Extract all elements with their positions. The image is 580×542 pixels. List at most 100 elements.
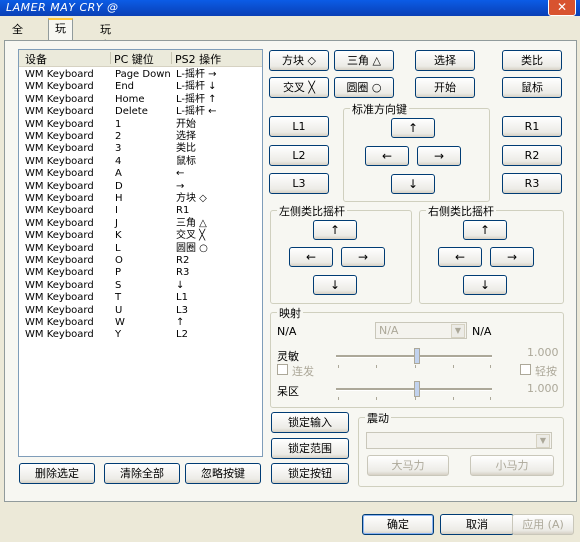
- dpad-left-button[interactable]: ←: [365, 146, 409, 166]
- list-item[interactable]: WM Keyboard I R1: [19, 205, 262, 217]
- chevron-down-icon[interactable]: ▼: [536, 434, 550, 448]
- ps2-action-cell: L-摇杆 ↓: [176, 81, 217, 93]
- right-stick-down-button[interactable]: ↓: [463, 275, 507, 295]
- list-item[interactable]: WM Keyboard O R2: [19, 255, 262, 267]
- list-item[interactable]: WM Keyboard Y L2: [19, 329, 262, 341]
- ok-button[interactable]: 确定: [362, 514, 434, 535]
- list-item[interactable]: WM Keyboard K 交叉 ╳: [19, 230, 262, 242]
- ps2-action-cell: 开始: [176, 118, 196, 130]
- vibration-combo[interactable]: ▼: [366, 432, 552, 449]
- l1-button[interactable]: L1: [269, 116, 329, 137]
- pc-key-cell: D: [115, 180, 123, 192]
- ps2-action-cell: 选择: [176, 131, 196, 142]
- device-cell: WM Keyboard: [25, 168, 94, 180]
- deadzone-slider-thumb[interactable]: [414, 381, 420, 397]
- device-cell: WM Keyboard: [25, 242, 94, 254]
- mouse-button[interactable]: 鼠标: [502, 77, 562, 98]
- lock-input-button[interactable]: 锁定输入: [271, 412, 349, 433]
- list-item[interactable]: WM Keyboard Page Down L-摇杆 →: [19, 69, 262, 81]
- turbo-checkbox[interactable]: [277, 364, 288, 375]
- list-item[interactable]: WM Keyboard W ↑: [19, 317, 262, 329]
- tab-player-2[interactable]: 玩家 2: [94, 22, 117, 68]
- list-item[interactable]: WM Keyboard Delete L-摇杆 ←: [19, 106, 262, 118]
- list-item[interactable]: WM Keyboard P R3: [19, 267, 262, 279]
- r3-button[interactable]: R3: [502, 173, 562, 194]
- delete-selected-button[interactable]: 删除选定: [19, 463, 95, 484]
- left-stick-right-button[interactable]: →: [341, 247, 385, 267]
- tab-global[interactable]: 全局: [6, 22, 29, 52]
- column-ps2-action[interactable]: PS2 操作: [175, 51, 221, 67]
- start-button[interactable]: 开始: [415, 77, 475, 98]
- lock-button-button[interactable]: 锁定按钮: [271, 463, 349, 484]
- mapping-list[interactable]: 设备 PC 键位 PS2 操作 WM Keyboard Page Down L-摇杆…: [18, 49, 263, 457]
- vibration-group: 震动: [358, 410, 564, 487]
- slider-tick: [376, 397, 377, 400]
- pc-key-cell: Delete: [115, 106, 148, 118]
- mapping-combo[interactable]: N/A ▼: [375, 322, 467, 339]
- sensitivity-slider-thumb[interactable]: [414, 348, 420, 364]
- right-stick-left-button[interactable]: ←: [438, 247, 482, 267]
- list-item[interactable]: WM Keyboard 1 开始: [19, 119, 262, 131]
- list-item[interactable]: WM Keyboard End L-摇杆 ↓: [19, 81, 262, 93]
- r1-button[interactable]: R1: [502, 116, 562, 137]
- list-item[interactable]: WM Keyboard 2 选择: [19, 131, 262, 143]
- pc-key-cell: A: [115, 168, 122, 180]
- clear-all-button[interactable]: 清除全部: [104, 463, 180, 484]
- column-divider[interactable]: [110, 52, 111, 64]
- list-item[interactable]: WM Keyboard D →: [19, 181, 262, 193]
- r2-button[interactable]: R2: [502, 145, 562, 166]
- sensitivity-label: 灵敏: [277, 350, 299, 363]
- small-motor-button[interactable]: 小马力: [470, 455, 554, 476]
- tab-player-1[interactable]: 玩家 1: [48, 18, 73, 71]
- list-item[interactable]: WM Keyboard Home L-摇杆 ↑: [19, 94, 262, 106]
- pc-key-cell: O: [115, 255, 123, 266]
- cancel-button[interactable]: 取消: [440, 514, 514, 535]
- list-item[interactable]: WM Keyboard 4 鼠标: [19, 156, 262, 168]
- list-item[interactable]: WM Keyboard A ←: [19, 168, 262, 180]
- ps2-action-cell: L-摇杆 ↑: [176, 93, 217, 105]
- list-item[interactable]: WM Keyboard U L3: [19, 305, 262, 317]
- column-device[interactable]: 设备: [25, 51, 47, 67]
- left-stick-down-button[interactable]: ↓: [313, 275, 357, 295]
- big-motor-button[interactable]: 大马力: [367, 455, 449, 476]
- slider-tick: [490, 365, 491, 368]
- column-pc-key[interactable]: PC 键位: [114, 51, 154, 67]
- left-stick-left-button[interactable]: ←: [289, 247, 333, 267]
- device-cell: WM Keyboard: [25, 81, 94, 93]
- analog-button[interactable]: 类比: [502, 50, 562, 71]
- triangle-button[interactable]: 三角 △: [334, 50, 394, 71]
- dpad-right-button[interactable]: →: [417, 146, 461, 166]
- cross-button[interactable]: 交叉 ╳: [269, 77, 329, 98]
- ignore-key-button[interactable]: 忽略按键: [185, 463, 261, 484]
- lock-range-button[interactable]: 锁定范围: [271, 438, 349, 459]
- right-stick-right-button[interactable]: →: [490, 247, 534, 267]
- l2-button[interactable]: L2: [269, 145, 329, 166]
- list-item[interactable]: WM Keyboard H 方块 ◇: [19, 193, 262, 205]
- circle-button[interactable]: 圆圈 ○: [334, 77, 394, 98]
- list-item[interactable]: WM Keyboard J 三角 △: [19, 218, 262, 230]
- apply-button[interactable]: 应用 (A): [512, 514, 574, 535]
- slider-tick: [415, 365, 416, 368]
- ps2-action-cell: L2: [176, 329, 188, 341]
- device-cell: WM Keyboard: [25, 230, 94, 242]
- square-button[interactable]: 方块 ◇: [269, 50, 329, 71]
- list-item[interactable]: WM Keyboard L 圆圈 ○: [19, 243, 262, 255]
- light-press-checkbox[interactable]: [520, 364, 531, 375]
- device-cell: WM Keyboard: [25, 155, 94, 167]
- left-stick-up-button[interactable]: ↑: [313, 220, 357, 240]
- close-button[interactable]: ✕: [548, 0, 576, 16]
- list-item[interactable]: WM Keyboard S ↓: [19, 280, 262, 292]
- list-item[interactable]: WM Keyboard 3 类比: [19, 143, 262, 155]
- ps2-action-cell: 方块 ◇: [176, 193, 207, 204]
- l3-button[interactable]: L3: [269, 173, 329, 194]
- right-stick-up-button[interactable]: ↑: [463, 220, 507, 240]
- device-cell: WM Keyboard: [25, 304, 94, 316]
- slider-tick: [376, 365, 377, 368]
- ps2-action-cell: 交叉 ╳: [176, 230, 206, 242]
- select-button[interactable]: 选择: [415, 50, 475, 71]
- list-item[interactable]: WM Keyboard T L1: [19, 292, 262, 304]
- dpad-up-button[interactable]: ↑: [391, 118, 435, 138]
- dpad-down-button[interactable]: ↓: [391, 174, 435, 194]
- column-divider[interactable]: [171, 52, 172, 64]
- chevron-down-icon[interactable]: ▼: [451, 324, 465, 338]
